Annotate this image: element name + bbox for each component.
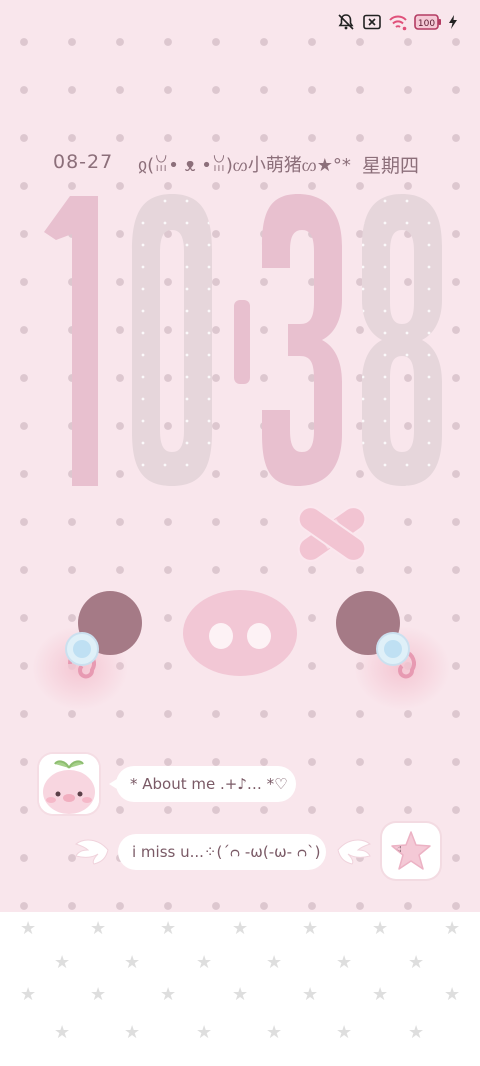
sim-x-icon: [362, 12, 382, 32]
miss-you-bubble[interactable]: i miss u...⁘(´ᴒ -ω(-ω- ᴒ`): [118, 834, 326, 870]
star-row: ★ ★ ★ ★ ★ ★: [0, 954, 480, 974]
date-text: 08-27: [53, 151, 114, 173]
battery-level: 100: [418, 19, 435, 29]
status-bar: 100: [336, 12, 458, 32]
star-icon: ★: [444, 918, 461, 939]
star-icon: ★: [232, 984, 249, 1005]
star-row: ★ ★ ★ ★ ★ ★ ★: [0, 986, 480, 1006]
star-icon: ★: [408, 1022, 425, 1043]
clock-digit-3: [262, 194, 342, 486]
battery-icon: 100: [414, 12, 442, 32]
star-shortcut-button[interactable]: [382, 823, 440, 879]
star-icon: ★: [232, 918, 249, 939]
wallpaper-star-area: ★ ★ ★ ★ ★ ★ ★ ★ ★ ★ ★ ★ ★ ★ ★ ★ ★ ★ ★ ★ …: [0, 912, 480, 1066]
date-line: 08-27 ჲ(ꈍ• ᴥ •ꈍ)ᦠ小萌猪ᦠ★°* 星期四: [0, 148, 480, 178]
star-icon: ★: [90, 918, 107, 939]
weekday-text: 星期四: [362, 155, 420, 177]
star-icon: ★: [302, 984, 319, 1005]
lockscreen-clock: [44, 194, 442, 486]
owner-name: ჲ(ꈍ• ᴥ •ꈍ)ᦠ小萌猪ᦠ★°*: [138, 155, 351, 176]
star-icon: ★: [160, 918, 177, 939]
pig-snout: [183, 590, 297, 676]
clock-digit-0: [132, 194, 212, 486]
wing-right-icon: [337, 839, 372, 865]
star-row: ★ ★ ★ ★ ★ ★ ★: [0, 920, 480, 940]
star-icon: ★: [336, 952, 353, 973]
star-icon: ★: [266, 1022, 283, 1043]
star-icon: ★: [196, 952, 213, 973]
star-icon: ★: [372, 918, 389, 939]
star-icon: ★: [372, 984, 389, 1005]
star-icon: ★: [90, 984, 107, 1005]
star-icon: ★: [160, 984, 177, 1005]
pig-avatar-icon: [39, 754, 99, 814]
star-row: ★ ★ ★ ★ ★ ★: [0, 1024, 480, 1044]
star-icon: ★: [408, 952, 425, 973]
nostril-right: [247, 623, 271, 649]
clock-colon: [234, 300, 250, 384]
star-icon: ★: [336, 1022, 353, 1043]
star-icon: ★: [20, 918, 37, 939]
star-icon: ★: [54, 1022, 71, 1043]
star-icon: ★: [20, 984, 37, 1005]
star-icon: ★: [266, 952, 283, 973]
star-icon: ★: [196, 1022, 213, 1043]
star-icon: ★: [124, 1022, 141, 1043]
star-icon: ★: [444, 984, 461, 1005]
pig-avatar-widget[interactable]: [39, 754, 99, 814]
pink-star-icon: [391, 831, 431, 870]
star-icon: ★: [124, 952, 141, 973]
clock-digit-8: [362, 194, 442, 486]
nostril-left: [209, 623, 233, 649]
charging-icon: [448, 12, 458, 32]
mute-icon: [336, 12, 356, 32]
clock-digit-1: [44, 196, 98, 486]
star-icon: ★: [302, 918, 319, 939]
wifi-icon: [388, 12, 408, 32]
pig-face: [32, 506, 450, 710]
about-me-bubble[interactable]: * About me .+♪… *♡: [109, 766, 296, 802]
star-icon: ★: [54, 952, 71, 973]
wing-left-icon: [74, 839, 109, 865]
